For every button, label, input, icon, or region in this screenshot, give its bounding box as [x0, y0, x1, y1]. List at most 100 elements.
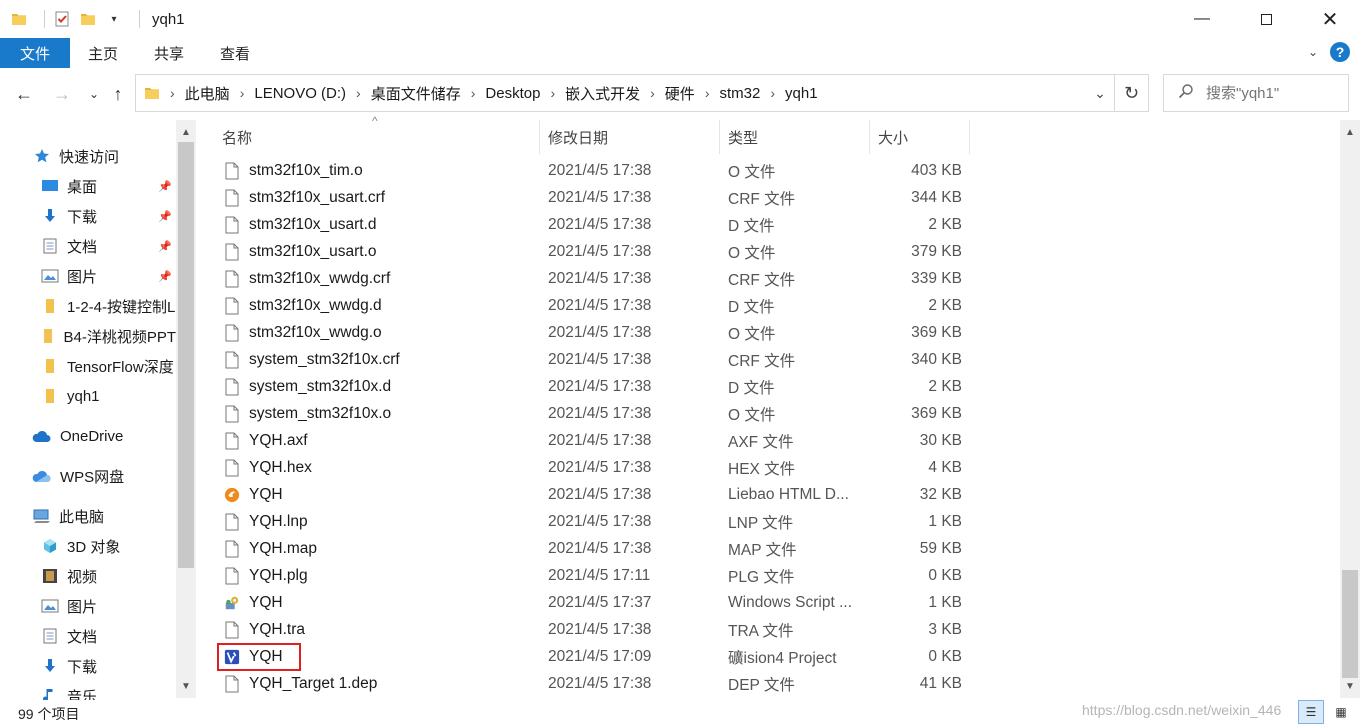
- file-row[interactable]: stm32f10x_wwdg.o 2021/4/5 17:38 O 文件 369…: [214, 319, 974, 346]
- breadcrumb-item[interactable]: Desktop: [479, 85, 546, 102]
- breadcrumb-item[interactable]: 此电脑: [179, 83, 236, 104]
- breadcrumb-separator-icon[interactable]: ›: [236, 85, 249, 101]
- scrollbar-thumb[interactable]: [1342, 570, 1358, 678]
- nav-item-music[interactable]: 音乐: [0, 681, 176, 700]
- nav-item-folder[interactable]: TensorFlow深度: [0, 351, 176, 381]
- minimize-button[interactable]: —: [1170, 0, 1234, 38]
- file-row[interactable]: stm32f10x_wwdg.d 2021/4/5 17:38 D 文件 2 K…: [214, 292, 974, 319]
- help-icon[interactable]: ?: [1330, 42, 1350, 62]
- scroll-up-icon[interactable]: ▲: [176, 122, 196, 142]
- pin-icon[interactable]: 📌: [158, 210, 172, 223]
- file-row[interactable]: system_stm32f10x.d 2021/4/5 17:38 D 文件 2…: [214, 373, 974, 400]
- breadcrumb-separator-icon[interactable]: ›: [766, 85, 779, 101]
- file-row[interactable]: YQH 2021/4/5 17:38 Liebao HTML D... 32 K…: [214, 481, 974, 508]
- nav-item-folder[interactable]: yqh1: [0, 381, 176, 411]
- scroll-down-icon[interactable]: ▼: [1340, 676, 1360, 696]
- nav-item-3d-objects[interactable]: 3D 对象: [0, 531, 176, 561]
- scrollbar-thumb[interactable]: [178, 142, 194, 568]
- tab-view[interactable]: 查看: [202, 38, 268, 68]
- column-type[interactable]: 类型: [720, 120, 870, 154]
- nav-item-documents[interactable]: 文档 📌: [0, 231, 176, 261]
- folder-icon: [41, 297, 59, 315]
- folder-icon: [41, 327, 55, 345]
- file-row[interactable]: system_stm32f10x.crf 2021/4/5 17:38 CRF …: [214, 346, 974, 373]
- nav-scrollbar[interactable]: ▲ ▼: [176, 120, 196, 698]
- file-row[interactable]: YQH.tra 2021/4/5 17:38 TRA 文件 3 KB: [214, 616, 974, 643]
- file-type: Windows Script ...: [728, 593, 853, 611]
- nav-item-pictures[interactable]: 图片: [0, 591, 176, 621]
- new-folder-icon[interactable]: [79, 10, 97, 28]
- file-row[interactable]: YQH.map 2021/4/5 17:38 MAP 文件 59 KB: [214, 535, 974, 562]
- nav-item-downloads[interactable]: 下载 📌: [0, 201, 176, 231]
- nav-item-onedrive[interactable]: OneDrive: [0, 421, 176, 451]
- scroll-up-icon[interactable]: ▲: [1340, 122, 1360, 142]
- nav-item-folder[interactable]: 1-2-4-按键控制L: [0, 291, 176, 321]
- file-list-scrollbar[interactable]: ▲ ▼: [1340, 120, 1360, 698]
- tab-home[interactable]: 主页: [70, 38, 136, 68]
- file-row[interactable]: stm32f10x_usart.o 2021/4/5 17:38 O 文件 37…: [214, 238, 974, 265]
- pin-icon[interactable]: 📌: [158, 180, 172, 193]
- nav-item-desktop[interactable]: 桌面 📌: [0, 171, 176, 201]
- file-date: 2021/4/5 17:38: [548, 296, 652, 314]
- properties-icon[interactable]: [53, 10, 71, 28]
- breadcrumb-separator-icon[interactable]: ›: [701, 85, 714, 101]
- star-icon: [33, 147, 51, 165]
- pin-icon[interactable]: 📌: [158, 270, 172, 283]
- nav-item-downloads[interactable]: 下载: [0, 651, 176, 681]
- column-date[interactable]: 修改日期: [540, 120, 720, 154]
- nav-item-wps-cloud[interactable]: WPS网盘: [0, 461, 176, 491]
- close-button[interactable]: ✕: [1298, 0, 1362, 38]
- liebao-html-icon: [224, 485, 240, 505]
- expand-ribbon-icon[interactable]: ⌄: [1308, 45, 1318, 59]
- nav-item-folder[interactable]: B4-洋桃视频PPT: [0, 321, 176, 351]
- file-row[interactable]: YQH 2021/4/5 17:09 礦ision4 Project 0 KB: [214, 643, 974, 670]
- nav-item-documents[interactable]: 文档: [0, 621, 176, 651]
- maximize-button[interactable]: [1234, 0, 1298, 38]
- breadcrumb-separator-icon[interactable]: ›: [546, 85, 559, 101]
- breadcrumb-separator-icon[interactable]: ›: [352, 85, 365, 101]
- nav-item-pictures[interactable]: 图片 📌: [0, 261, 176, 291]
- file-row[interactable]: YQH.lnp 2021/4/5 17:38 LNP 文件 1 KB: [214, 508, 974, 535]
- file-row[interactable]: stm32f10x_tim.o 2021/4/5 17:38 O 文件 403 …: [214, 157, 974, 184]
- file-row[interactable]: YQH.plg 2021/4/5 17:11 PLG 文件 0 KB: [214, 562, 974, 589]
- breadcrumb-separator-icon[interactable]: ›: [166, 85, 179, 101]
- back-button[interactable]: ←: [10, 80, 38, 108]
- scroll-down-icon[interactable]: ▼: [176, 676, 196, 696]
- file-row[interactable]: YQH 2021/4/5 17:37 Windows Script ... 1 …: [214, 589, 974, 616]
- search-input[interactable]: [1206, 84, 1336, 102]
- breadcrumb-item[interactable]: 硬件: [659, 83, 701, 104]
- file-row[interactable]: stm32f10x_wwdg.crf 2021/4/5 17:38 CRF 文件…: [214, 265, 974, 292]
- search-box[interactable]: [1163, 74, 1349, 112]
- column-size[interactable]: 大小: [870, 120, 970, 154]
- address-bar[interactable]: › 此电脑 › LENOVO (D:) › 桌面文件储存 › Desktop ›…: [135, 74, 1115, 112]
- breadcrumb-item[interactable]: yqh1: [779, 85, 824, 102]
- folder-icon: [41, 387, 59, 405]
- breadcrumb-item[interactable]: 嵌入式开发: [559, 83, 646, 104]
- forward-button[interactable]: →: [48, 80, 76, 108]
- folder-icon: [41, 357, 59, 375]
- file-row[interactable]: system_stm32f10x.o 2021/4/5 17:38 O 文件 3…: [214, 400, 974, 427]
- nav-item-quick-access[interactable]: 快速访问: [0, 141, 176, 171]
- breadcrumb-separator-icon[interactable]: ›: [467, 85, 480, 101]
- file-row[interactable]: stm32f10x_usart.d 2021/4/5 17:38 D 文件 2 …: [214, 211, 974, 238]
- pin-icon[interactable]: 📌: [158, 240, 172, 253]
- details-view-button[interactable]: ☰: [1298, 700, 1324, 724]
- tab-file[interactable]: 文件: [0, 38, 70, 68]
- tab-share[interactable]: 共享: [136, 38, 202, 68]
- breadcrumb-item[interactable]: LENOVO (D:): [248, 85, 352, 102]
- nav-item-this-pc[interactable]: 此电脑: [0, 501, 176, 531]
- file-row[interactable]: YQH.axf 2021/4/5 17:38 AXF 文件 30 KB: [214, 427, 974, 454]
- nav-item-videos[interactable]: 视频: [0, 561, 176, 591]
- refresh-button[interactable]: ↻: [1115, 74, 1149, 112]
- breadcrumb-item[interactable]: stm32: [713, 85, 766, 102]
- file-row[interactable]: YQH_Target 1.dep 2021/4/5 17:38 DEP 文件 4…: [214, 670, 974, 697]
- file-row[interactable]: stm32f10x_usart.crf 2021/4/5 17:38 CRF 文…: [214, 184, 974, 211]
- column-name[interactable]: 名称: [214, 120, 540, 154]
- customize-dropdown-icon[interactable]: ▾: [105, 10, 123, 28]
- breadcrumb-item[interactable]: 桌面文件储存: [365, 83, 467, 104]
- breadcrumb-separator-icon[interactable]: ›: [646, 85, 659, 101]
- file-row[interactable]: YQH.hex 2021/4/5 17:38 HEX 文件 4 KB: [214, 454, 974, 481]
- up-button[interactable]: ↑: [104, 80, 132, 108]
- address-dropdown-icon[interactable]: ⌄: [1086, 85, 1114, 102]
- large-icons-view-button[interactable]: ▦: [1328, 700, 1354, 724]
